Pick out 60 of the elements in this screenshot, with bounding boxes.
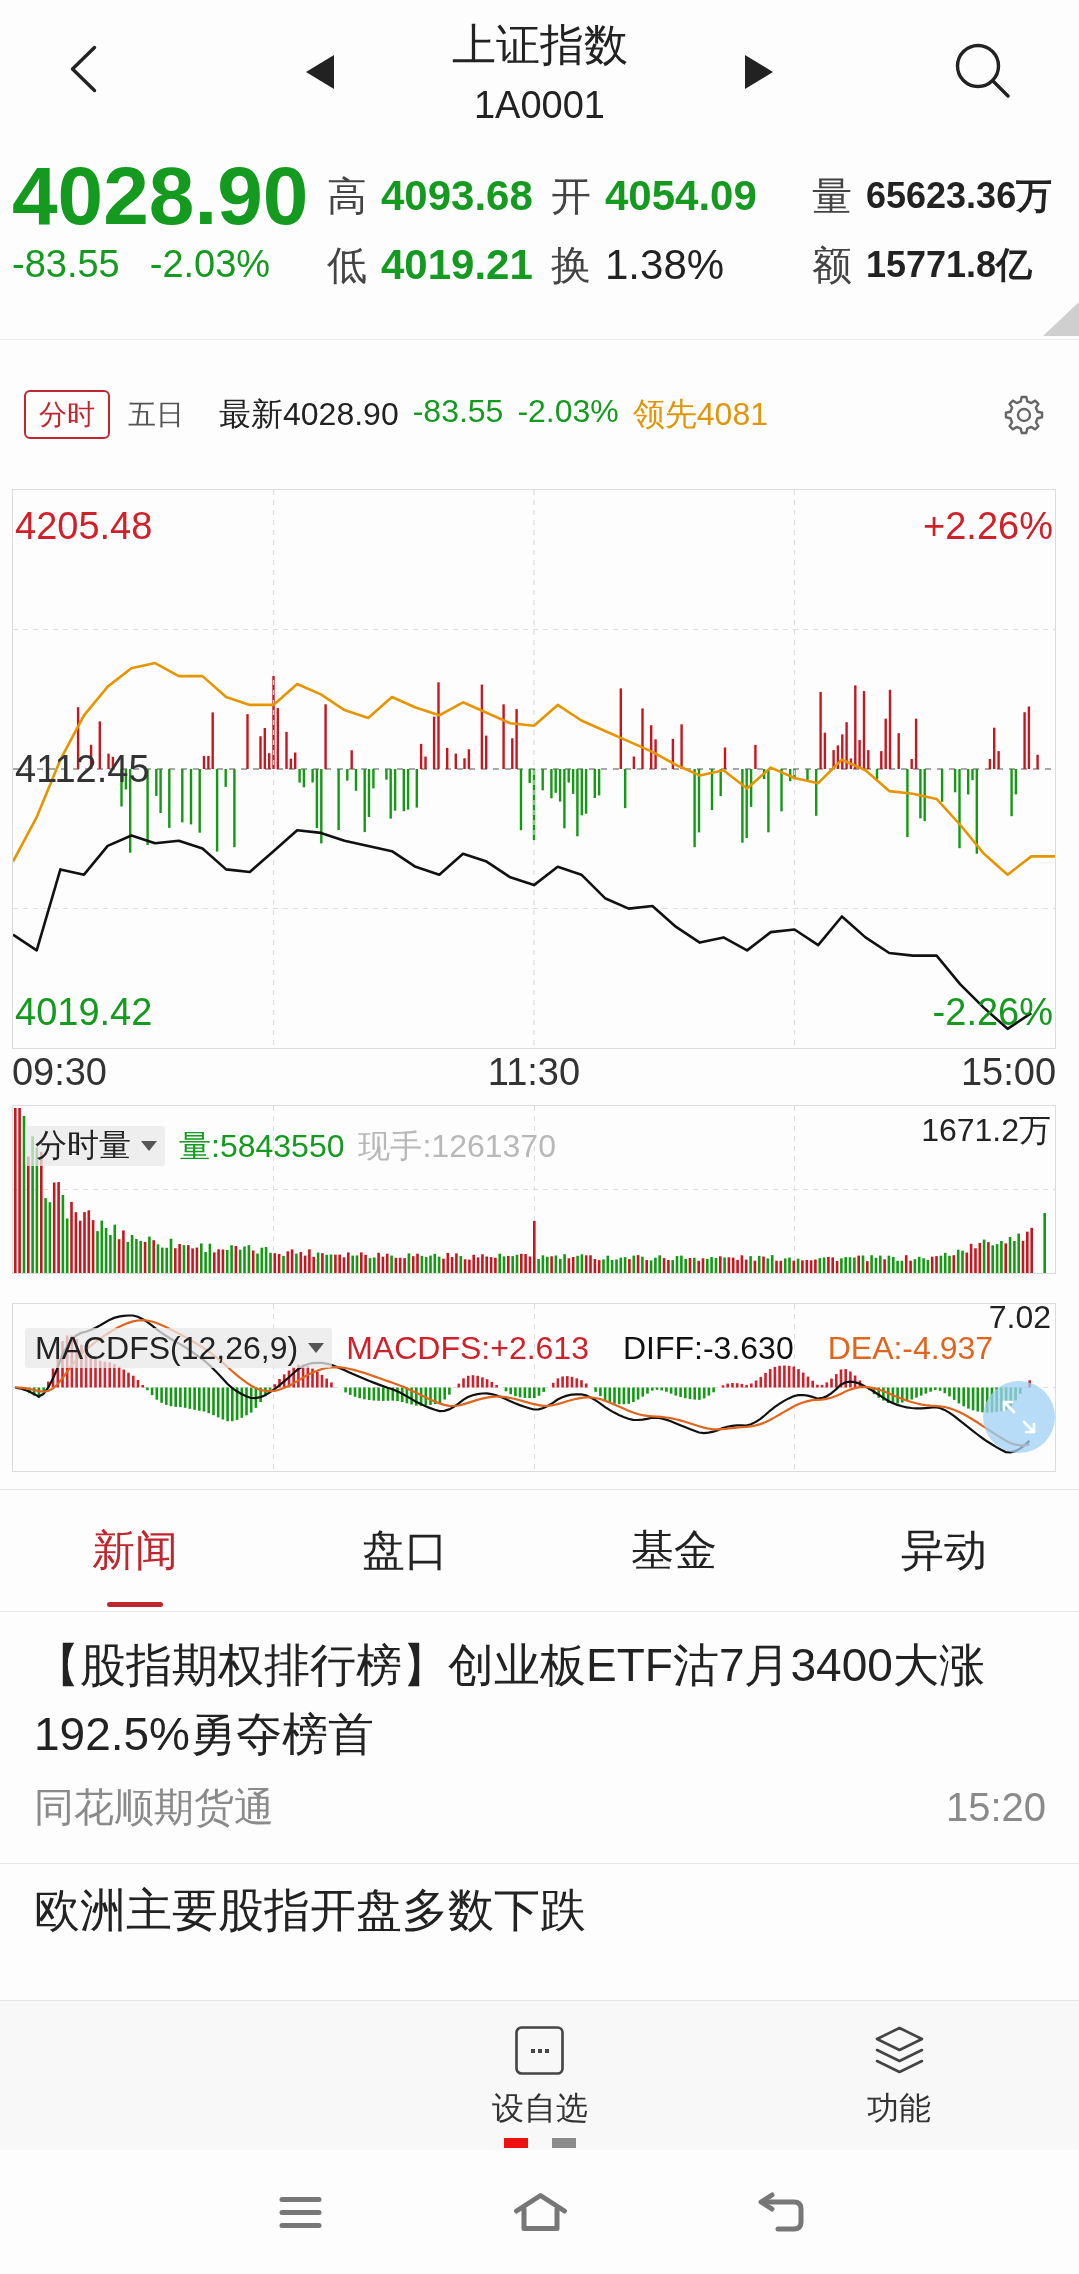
stat-value: 65623.36万 [866, 173, 1053, 218]
news-headline[interactable]: 欧洲主要股指开盘多数下跌 [34, 1876, 586, 1945]
y-axis-label: 4205.48 [14, 505, 154, 547]
stat-label: 高 [327, 172, 367, 220]
indicator-dropdown[interactable]: MACDFS(12,26,9) [25, 1328, 333, 1368]
volume-reading: 现手:1261370 [358, 1127, 556, 1166]
stat-value: 15771.8亿 [866, 242, 1033, 287]
menu-icon[interactable] [279, 2194, 322, 2230]
last-price: 4028.90 [12, 155, 310, 237]
news-headline[interactable]: 【股指期权排行榜】创业板ETF沽7月3400大涨192.5%勇夺榜首 [34, 1631, 1046, 1769]
expand-icon[interactable] [983, 1381, 1055, 1453]
news-source: 同花顺期货通 [34, 1784, 274, 1830]
stat-value: 4093.68 [381, 172, 533, 220]
x-axis-label: 11:30 [487, 1050, 581, 1095]
percent-axis-label: +2.26% [922, 505, 1054, 547]
x-axis-label: 15:00 [961, 1050, 1057, 1095]
index-title: 上证指数 [451, 20, 628, 70]
stat-label: 换 [551, 241, 591, 289]
quote-summary-text: 最新4028.90 [219, 394, 399, 434]
axis-max-label: 7.02 [988, 1302, 1051, 1332]
caret-icon [308, 1343, 325, 1353]
search-icon[interactable] [955, 43, 1010, 98]
stat-value: 4019.21 [381, 241, 533, 289]
dots-square-icon [515, 2026, 564, 2075]
indicator-dropdown[interactable]: 分时量 [25, 1126, 165, 1166]
macd-reading: DIFF:-3.630 [622, 1329, 794, 1368]
back-icon[interactable] [69, 45, 97, 93]
volume-reading: 量:5843550 [179, 1127, 345, 1166]
quote-summary-text: -2.03% [517, 392, 619, 431]
stat-value: 4054.09 [605, 172, 757, 220]
index-code: 1A0001 [474, 83, 605, 128]
axis-max-label: 1671.2万 [921, 1111, 1051, 1149]
news-time: 15:20 [945, 1784, 1046, 1830]
add-watchlist-button[interactable]: 设自选 [491, 2001, 588, 2128]
macd-reading: DEA:-4.937 [827, 1329, 994, 1368]
period-tab[interactable]: 五日 [113, 390, 199, 439]
quote-summary-text: 领先4081 [632, 394, 768, 434]
percent-change: -2.03% [149, 244, 271, 284]
left-triangle-icon[interactable] [306, 55, 334, 89]
stat-label: 开 [551, 172, 591, 220]
stat-label: 低 [327, 241, 367, 289]
news-tab[interactable]: 新闻 [91, 1490, 178, 1611]
news-tab[interactable]: 基金 [631, 1490, 718, 1611]
settings-icon[interactable] [1004, 394, 1044, 435]
functions-button[interactable]: 功能 [867, 2001, 932, 2128]
quote-summary-text: -83.55 [412, 392, 504, 431]
period-tab[interactable]: 分时 [24, 390, 110, 439]
y-axis-label: 4019.42 [14, 991, 154, 1033]
stat-label: 量 [812, 172, 852, 220]
home-icon[interactable] [513, 2192, 568, 2232]
macd-reading: MACDFS:+2.613 [346, 1329, 589, 1368]
right-triangle-icon[interactable] [745, 55, 773, 89]
x-axis-label: 09:30 [11, 1050, 107, 1095]
stat-label: 额 [812, 241, 852, 289]
layers-icon [874, 2026, 924, 2075]
price-change: -83.55 [12, 244, 120, 284]
news-tab[interactable]: 异动 [901, 1490, 988, 1611]
stat-value: 1.38% [605, 241, 725, 289]
news-tab[interactable]: 盘口 [361, 1490, 448, 1611]
caret-icon [141, 1141, 157, 1151]
